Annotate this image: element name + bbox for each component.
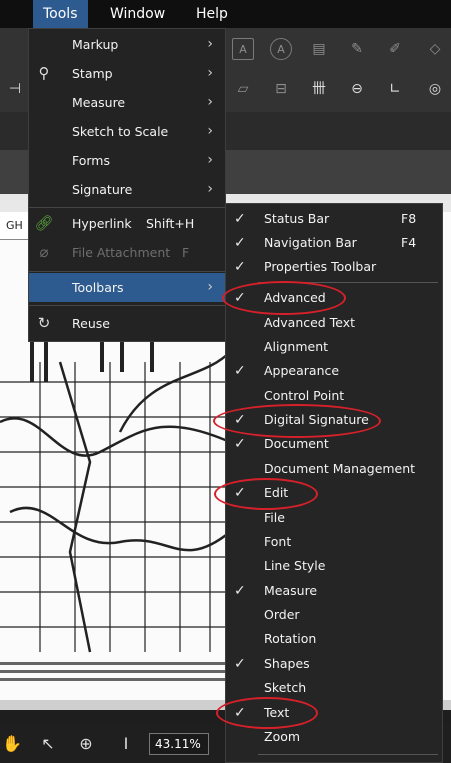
toolbars-submenu: ✓ Status Bar F8 ✓ Navigation Bar F4 ✓ Pr… bbox=[225, 203, 443, 763]
menu-divider bbox=[29, 207, 225, 208]
checkmark-icon: ✓ bbox=[234, 259, 246, 275]
submenu-item-edit[interactable]: ✓ Edit bbox=[226, 481, 442, 505]
submenu-item-control-point[interactable]: Control Point bbox=[226, 384, 442, 408]
submenu-item-measure[interactable]: ✓ Measure bbox=[226, 579, 442, 603]
stamp-icon: ⚲ bbox=[38, 64, 50, 82]
link-icon: 🔗︎ bbox=[34, 214, 54, 232]
checkmark-icon: ✓ bbox=[234, 436, 246, 452]
menu-divider bbox=[29, 271, 225, 272]
tools-menu-sketch-to-scale[interactable]: Sketch to Scale › bbox=[29, 117, 225, 146]
checkmark-icon: ✓ bbox=[234, 705, 246, 721]
submenu-item-document-management[interactable]: Document Management bbox=[226, 457, 442, 481]
tools-menu-signature[interactable]: Signature › bbox=[29, 175, 225, 204]
tools-menu-reuse[interactable]: ↻ Reuse bbox=[29, 309, 225, 338]
submenu-item-font[interactable]: Font bbox=[226, 530, 442, 554]
document-tab[interactable]: GH bbox=[0, 212, 30, 240]
eraser-icon[interactable]: ◇ bbox=[424, 38, 446, 60]
submenu-item-alignment[interactable]: Alignment bbox=[226, 335, 442, 359]
radius-icon[interactable]: ◎ bbox=[424, 78, 446, 100]
perimeter-icon[interactable]: ⊟ bbox=[270, 78, 292, 100]
area-icon[interactable]: ▱ bbox=[232, 78, 254, 100]
submenu-item-properties-toolbar[interactable]: ✓ Properties Toolbar bbox=[226, 255, 442, 279]
tools-menu-markup[interactable]: Markup › bbox=[29, 30, 225, 59]
checkmark-icon: ✓ bbox=[234, 363, 246, 379]
submenu-item-zoom[interactable]: Zoom bbox=[226, 725, 442, 749]
submenu-item-rotation[interactable]: Rotation bbox=[226, 627, 442, 651]
menu-divider bbox=[258, 754, 438, 755]
checkmark-icon: ✓ bbox=[234, 211, 246, 227]
menu-window[interactable]: Window bbox=[100, 0, 175, 28]
submenu-item-status-bar[interactable]: ✓ Status Bar F8 bbox=[226, 207, 442, 231]
checkmark-icon: ✓ bbox=[234, 485, 246, 501]
diameter-icon[interactable]: ⊖ bbox=[346, 78, 368, 100]
select-icon[interactable]: ↖ bbox=[38, 734, 58, 754]
toolbar-edge-icon: ⊣ bbox=[8, 81, 22, 97]
menu-divider bbox=[29, 305, 225, 306]
submenu-item-document[interactable]: ✓ Document bbox=[226, 432, 442, 456]
submenu-item-shapes[interactable]: ✓ Shapes bbox=[226, 652, 442, 676]
submenu-item-digital-signature[interactable]: ✓ Digital Signature bbox=[226, 408, 442, 432]
tools-menu: Markup › ⚲ Stamp › Measure › Sketch to S… bbox=[28, 28, 226, 342]
tools-menu-stamp[interactable]: ⚲ Stamp › bbox=[29, 59, 225, 88]
zoom-level-field[interactable]: 43.11% bbox=[149, 733, 209, 755]
submenu-item-sketch[interactable]: Sketch bbox=[226, 676, 442, 700]
tools-menu-toolbars[interactable]: Toolbars › bbox=[29, 273, 225, 302]
submenu-item-advanced[interactable]: ✓ Advanced bbox=[226, 286, 442, 310]
menu-help[interactable]: Help bbox=[186, 0, 238, 28]
submenu-item-advanced-text[interactable]: Advanced Text bbox=[226, 311, 442, 335]
menu-divider bbox=[258, 282, 438, 283]
checkmark-icon: ✓ bbox=[234, 412, 246, 428]
menubar: Tools Window Help bbox=[0, 0, 451, 28]
zoom-in-icon[interactable]: ⊕ bbox=[76, 734, 96, 754]
callout-icon[interactable]: A bbox=[270, 38, 292, 60]
submenu-item-text[interactable]: ✓ Text bbox=[226, 701, 442, 725]
paperclip-icon: ⌀ bbox=[39, 243, 49, 261]
checkmark-icon: ✓ bbox=[234, 656, 246, 672]
checkmark-icon: ✓ bbox=[234, 235, 246, 251]
submenu-item-order[interactable]: Order bbox=[226, 603, 442, 627]
submenu-item-file[interactable]: File bbox=[226, 506, 442, 530]
reuse-icon: ↻ bbox=[37, 314, 51, 332]
tools-menu-measure[interactable]: Measure › bbox=[29, 88, 225, 117]
tools-menu-hyperlink[interactable]: 🔗︎ Hyperlink Shift+H bbox=[29, 209, 225, 238]
note-icon[interactable]: ▤ bbox=[308, 38, 330, 60]
pan-icon[interactable]: ✋ bbox=[2, 734, 22, 754]
submenu-item-appearance[interactable]: ✓ Appearance bbox=[226, 359, 442, 383]
checkmark-icon: ✓ bbox=[234, 290, 246, 306]
menu-tools[interactable]: Tools bbox=[33, 0, 88, 28]
angle-icon[interactable]: ∟ bbox=[384, 78, 406, 100]
tools-menu-file-attachment: ⌀ File Attachment F bbox=[29, 238, 225, 267]
highlighter-icon[interactable]: ✐ bbox=[384, 38, 406, 60]
submenu-item-navigation-bar[interactable]: ✓ Navigation Bar F4 bbox=[226, 231, 442, 255]
checkmark-icon: ✓ bbox=[234, 583, 246, 599]
text-box-icon[interactable]: A bbox=[232, 38, 254, 60]
submenu-item-line-style[interactable]: Line Style bbox=[226, 554, 442, 578]
select-text-icon[interactable]: Ⅰ bbox=[116, 734, 136, 754]
pen-icon[interactable]: ✎ bbox=[346, 38, 368, 60]
count-icon[interactable]: 卌 bbox=[308, 78, 330, 100]
tools-menu-forms[interactable]: Forms › bbox=[29, 146, 225, 175]
